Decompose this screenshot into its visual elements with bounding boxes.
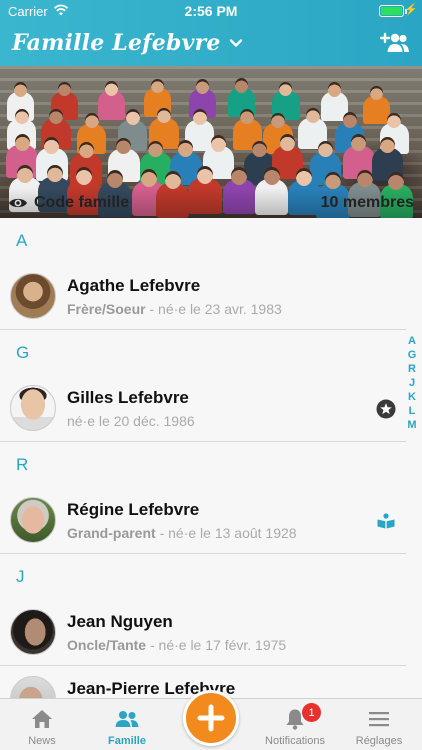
tab-news-label: News [28,735,56,747]
tab-reglages-label: Réglages [355,735,403,747]
tab-notifications-label: Notifications [265,735,325,747]
member-details: né·e le 20 déc. 1986 [67,413,195,429]
app-screen: Carrier 2:56 PM ⚡ Famille Lefebvre Code … [0,0,422,750]
index-letter-a[interactable]: A [408,334,416,348]
status-bar: Carrier 2:56 PM ⚡ [0,0,422,22]
eye-icon [9,198,27,208]
index-letter-m[interactable]: M [407,418,416,432]
section-header-g: G [0,330,422,375]
index-letter-r[interactable]: R [408,362,416,376]
index-letter-g[interactable]: G [408,348,417,362]
family-title: Famille Lefebvre [12,30,221,56]
row-divider [0,553,406,554]
add-button[interactable] [183,690,239,746]
charging-icon: ⚡ [404,4,418,16]
section-header-j: J [0,554,422,599]
member-details: Oncle/Tante - né·e le 17 févr. 1975 [67,637,287,653]
member-details: Frère/Soeur - né·e le 23 avr. 1983 [67,301,282,317]
index-letter-l[interactable]: L [409,404,416,418]
members-count: 10 membres [320,194,414,211]
battery-icon [379,5,404,17]
star-icon [376,399,396,419]
row-divider [0,329,406,330]
member-list[interactable]: A Agathe Lefebvre Frère/Soeur - né·e le … [0,218,422,698]
family-switcher[interactable]: Famille Lefebvre [12,27,243,59]
member-row[interactable]: Jean Nguyen Oncle/Tante - né·e le 17 fév… [0,599,422,666]
row-divider [0,441,406,442]
member-name: Gilles Lefebvre [67,388,189,407]
avatar [10,497,56,543]
family-code-button[interactable]: Code famille [8,194,129,212]
home-icon [32,710,52,728]
member-row[interactable]: Agathe Lefebvre Frère/Soeur - né·e le 23… [0,263,422,330]
tab-famille-label: Famille [108,735,146,747]
tab-famille[interactable]: Famille [98,699,156,750]
member-row[interactable]: Régine Lefebvre Grand-parent - né·e le 1… [0,487,422,554]
plus-icon [197,704,225,732]
add-user-icon[interactable] [380,30,410,56]
avatar [10,609,56,655]
member-name: Jean Nguyen [67,612,173,631]
chevron-down-icon [229,39,242,47]
tab-reglages[interactable]: Réglages [350,699,408,750]
tab-news[interactable]: News [13,699,71,750]
tab-notifications[interactable]: Notifications [254,699,336,750]
index-letter-j[interactable]: J [409,376,415,390]
member-name: Régine Lefebvre [67,500,200,519]
avatar [10,385,56,431]
menu-icon [369,712,389,727]
section-header-r: R [0,442,422,487]
member-row[interactable]: Gilles Lefebvre né·e le 20 déc. 1986 [0,375,422,442]
section-header-a: A [0,218,422,263]
avatar [10,676,56,698]
reader-icon [377,513,395,529]
family-code-label: Code famille [34,194,130,211]
alphabet-index[interactable]: AGRJKLM [405,334,419,432]
notifications-badge: 1 [302,703,321,722]
family-photo: Code famille 10 membres [0,66,422,218]
index-letter-k[interactable]: K [408,390,416,404]
member-name: Agathe Lefebvre [67,276,201,295]
status-time: 2:56 PM [184,3,238,19]
people-icon [115,711,139,727]
avatar [10,273,56,319]
top-bar: Carrier 2:56 PM ⚡ Famille Lefebvre [0,0,422,66]
member-details: Grand-parent - né·e le 13 août 1928 [67,525,297,541]
